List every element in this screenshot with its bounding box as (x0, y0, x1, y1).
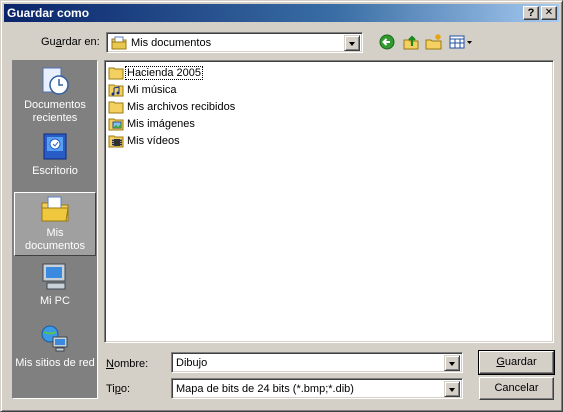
folder-icon (108, 101, 124, 114)
close-button[interactable]: ✕ (541, 6, 557, 20)
save-button[interactable]: Guardar (478, 350, 555, 375)
list-item[interactable]: Mi música (108, 82, 178, 98)
recent-documents-icon (42, 67, 69, 95)
file-type-value: Mapa de bits de 24 bits (*.bmp;*.dib) (176, 383, 354, 395)
list-item[interactable]: Mis vídeos (108, 133, 181, 149)
desktop-icon (43, 133, 67, 160)
place-my-documents[interactable]: Mis documentos (14, 192, 96, 256)
up-folder-icon[interactable] (402, 33, 422, 51)
place-desktop[interactable]: Escritorio (14, 131, 96, 187)
new-folder-icon[interactable] (425, 33, 445, 51)
my-computer-icon (42, 263, 66, 290)
look-in-value: Mis documentos (131, 37, 212, 49)
places-bar: Documentos recientes Escritorio Mis docume… (12, 60, 98, 399)
look-in-label: Guardar en: (41, 36, 100, 48)
place-my-computer[interactable]: Mi PC (14, 261, 96, 317)
pictures-folder-icon (108, 118, 124, 131)
title-bar: Guardar como ? ✕ (4, 4, 559, 22)
file-name-field[interactable]: Dibujo (171, 352, 463, 373)
chevron-down-icon[interactable] (344, 35, 360, 51)
list-item[interactable]: Mis archivos recibidos (108, 99, 236, 115)
cancel-button[interactable]: Cancelar (479, 377, 554, 400)
look-in-dropdown[interactable]: Mis documentos (106, 32, 363, 53)
place-network-places[interactable]: Mis sitios de red (14, 323, 96, 377)
place-recent-documents[interactable]: Documentos recientes (14, 65, 96, 127)
folder-icon (108, 67, 124, 80)
chevron-down-icon[interactable] (444, 355, 460, 371)
my-documents-icon (41, 196, 69, 222)
file-type-label: Tipo: (106, 383, 131, 395)
save-as-dialog: Guardar como ? ✕ Guardar en: Mis documen… (0, 0, 563, 412)
videos-folder-icon (108, 135, 124, 148)
list-item[interactable]: Mis imágenes (108, 116, 196, 132)
views-menu-icon[interactable] (449, 33, 473, 51)
file-name-value: Dibujo (176, 357, 208, 369)
network-places-icon (41, 325, 68, 352)
music-folder-icon (108, 84, 124, 97)
dialog-title: Guardar como (7, 6, 90, 20)
chevron-down-icon[interactable] (444, 381, 460, 397)
help-button[interactable]: ? (523, 6, 539, 20)
my-documents-small-icon (111, 35, 127, 54)
file-list[interactable]: Hacienda 2005 Mi música Mis archivos rec… (104, 60, 554, 343)
file-type-dropdown[interactable]: Mapa de bits de 24 bits (*.bmp;*.dib) (171, 378, 463, 399)
back-icon[interactable] (378, 33, 398, 51)
list-item[interactable]: Hacienda 2005 (108, 65, 204, 81)
file-name-label: Nombre: (106, 358, 149, 370)
